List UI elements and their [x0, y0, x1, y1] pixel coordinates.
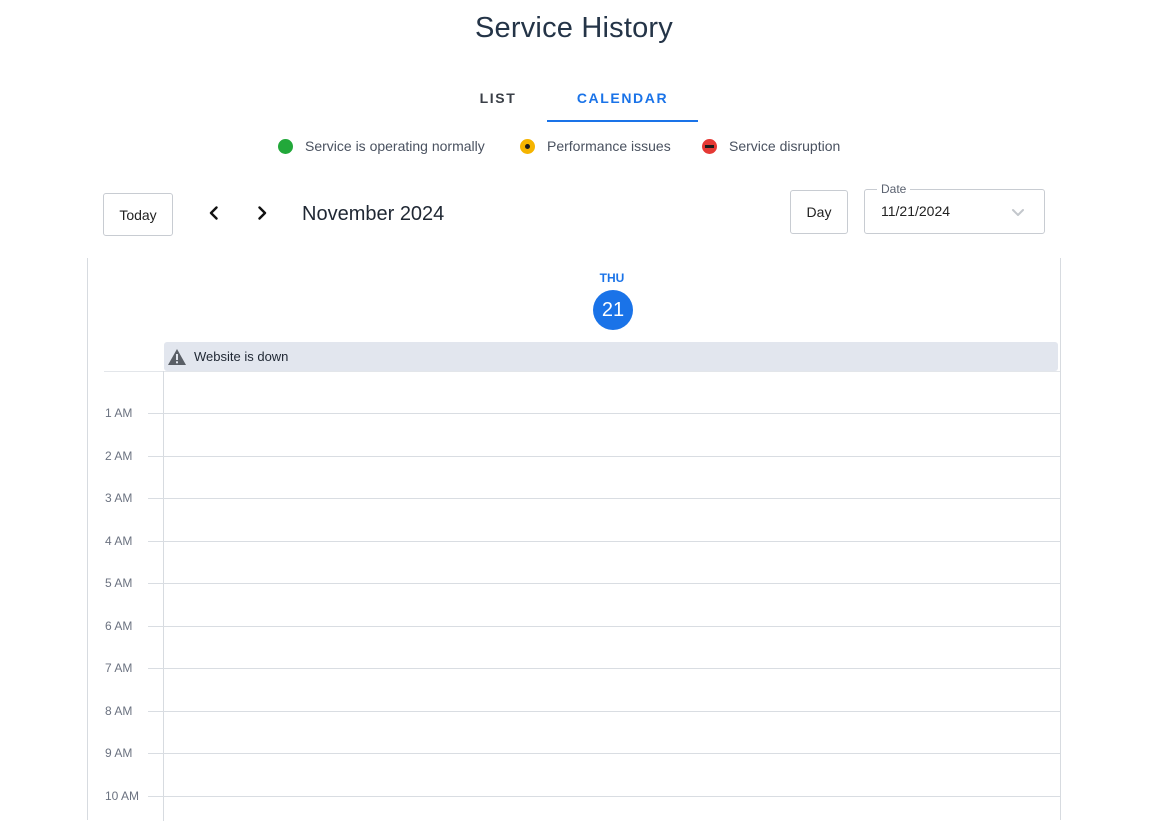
- hour-row: 2 AM: [88, 449, 1060, 463]
- hour-row: 4 AM: [88, 534, 1060, 548]
- view-select-button[interactable]: Day: [790, 190, 848, 234]
- date-field-label: Date: [877, 182, 911, 196]
- date-picker-field[interactable]: Date 11/21/2024: [864, 182, 1045, 234]
- hour-slot[interactable]: [164, 542, 1060, 583]
- hour-label: 7 AM: [105, 661, 133, 675]
- chevron-left-icon: [209, 206, 218, 220]
- previous-button[interactable]: [202, 201, 226, 225]
- hour-row: 5 AM: [88, 576, 1060, 590]
- legend-label-performance: Performance issues: [547, 138, 671, 154]
- hour-slot[interactable]: [164, 627, 1060, 668]
- today-button[interactable]: Today: [103, 193, 173, 236]
- tab-list[interactable]: LIST: [449, 76, 547, 120]
- hour-slot[interactable]: [164, 457, 1060, 498]
- hour-label: 4 AM: [105, 534, 133, 548]
- day-header-name: THU: [599, 271, 625, 285]
- hour-row: 8 AM: [88, 704, 1060, 718]
- date-field-value[interactable]: 11/21/2024: [881, 203, 950, 219]
- status-legend: Service is operating normally Performanc…: [0, 136, 1161, 156]
- legend-item-performance: Performance issues: [520, 136, 671, 156]
- legend-label-normal: Service is operating normally: [305, 138, 485, 154]
- hour-slot[interactable]: [164, 712, 1060, 753]
- allday-divider: [104, 371, 1060, 372]
- next-button[interactable]: [250, 201, 274, 225]
- page-title: Service History: [475, 12, 673, 44]
- allday-event-title: Website is down: [194, 349, 289, 364]
- hour-label: 8 AM: [105, 704, 133, 718]
- allday-event[interactable]: Website is down: [164, 342, 1058, 371]
- current-month-label: November 2024: [302, 203, 445, 225]
- hour-label: 5 AM: [105, 576, 133, 590]
- hour-slot[interactable]: [164, 669, 1060, 710]
- status-disruption-icon: [702, 138, 717, 154]
- hour-row: 1 AM: [88, 406, 1060, 420]
- hour-label: 2 AM: [105, 449, 133, 463]
- hour-label: 9 AM: [105, 746, 133, 760]
- chevron-down-icon[interactable]: [1010, 204, 1026, 220]
- legend-item-normal: Service is operating normally: [278, 136, 485, 156]
- hour-label: 1 AM: [105, 406, 133, 420]
- hour-slot[interactable]: [164, 584, 1060, 625]
- view-tabs: LIST CALENDAR: [0, 76, 1161, 122]
- hour-row: 9 AM: [88, 746, 1060, 760]
- hour-slot[interactable]: [164, 499, 1060, 540]
- day-calendar: THU 21 Website is down 1 AM 2 AM 3 AM 4 …: [87, 258, 1061, 821]
- hour-row: 3 AM: [88, 491, 1060, 505]
- hour-slot[interactable]: [164, 414, 1060, 455]
- hour-row: 7 AM: [88, 661, 1060, 675]
- tab-calendar[interactable]: CALENDAR: [547, 76, 698, 122]
- hour-row: 10 AM: [88, 789, 1060, 803]
- warning-icon: [168, 348, 186, 365]
- chevron-right-icon: [258, 206, 267, 220]
- status-performance-icon: [520, 138, 535, 154]
- hour-label: 3 AM: [105, 491, 133, 505]
- status-normal-icon: [278, 138, 293, 154]
- hour-slot[interactable]: [164, 754, 1060, 795]
- hour-label: 6 AM: [105, 619, 133, 633]
- hour-label: 10 AM: [105, 789, 140, 803]
- legend-label-disruption: Service disruption: [729, 138, 841, 154]
- hour-slot[interactable]: [164, 797, 1060, 819]
- legend-item-disruption: Service disruption: [702, 136, 840, 156]
- hour-row: 6 AM: [88, 619, 1060, 633]
- day-header-number[interactable]: 21: [593, 290, 633, 330]
